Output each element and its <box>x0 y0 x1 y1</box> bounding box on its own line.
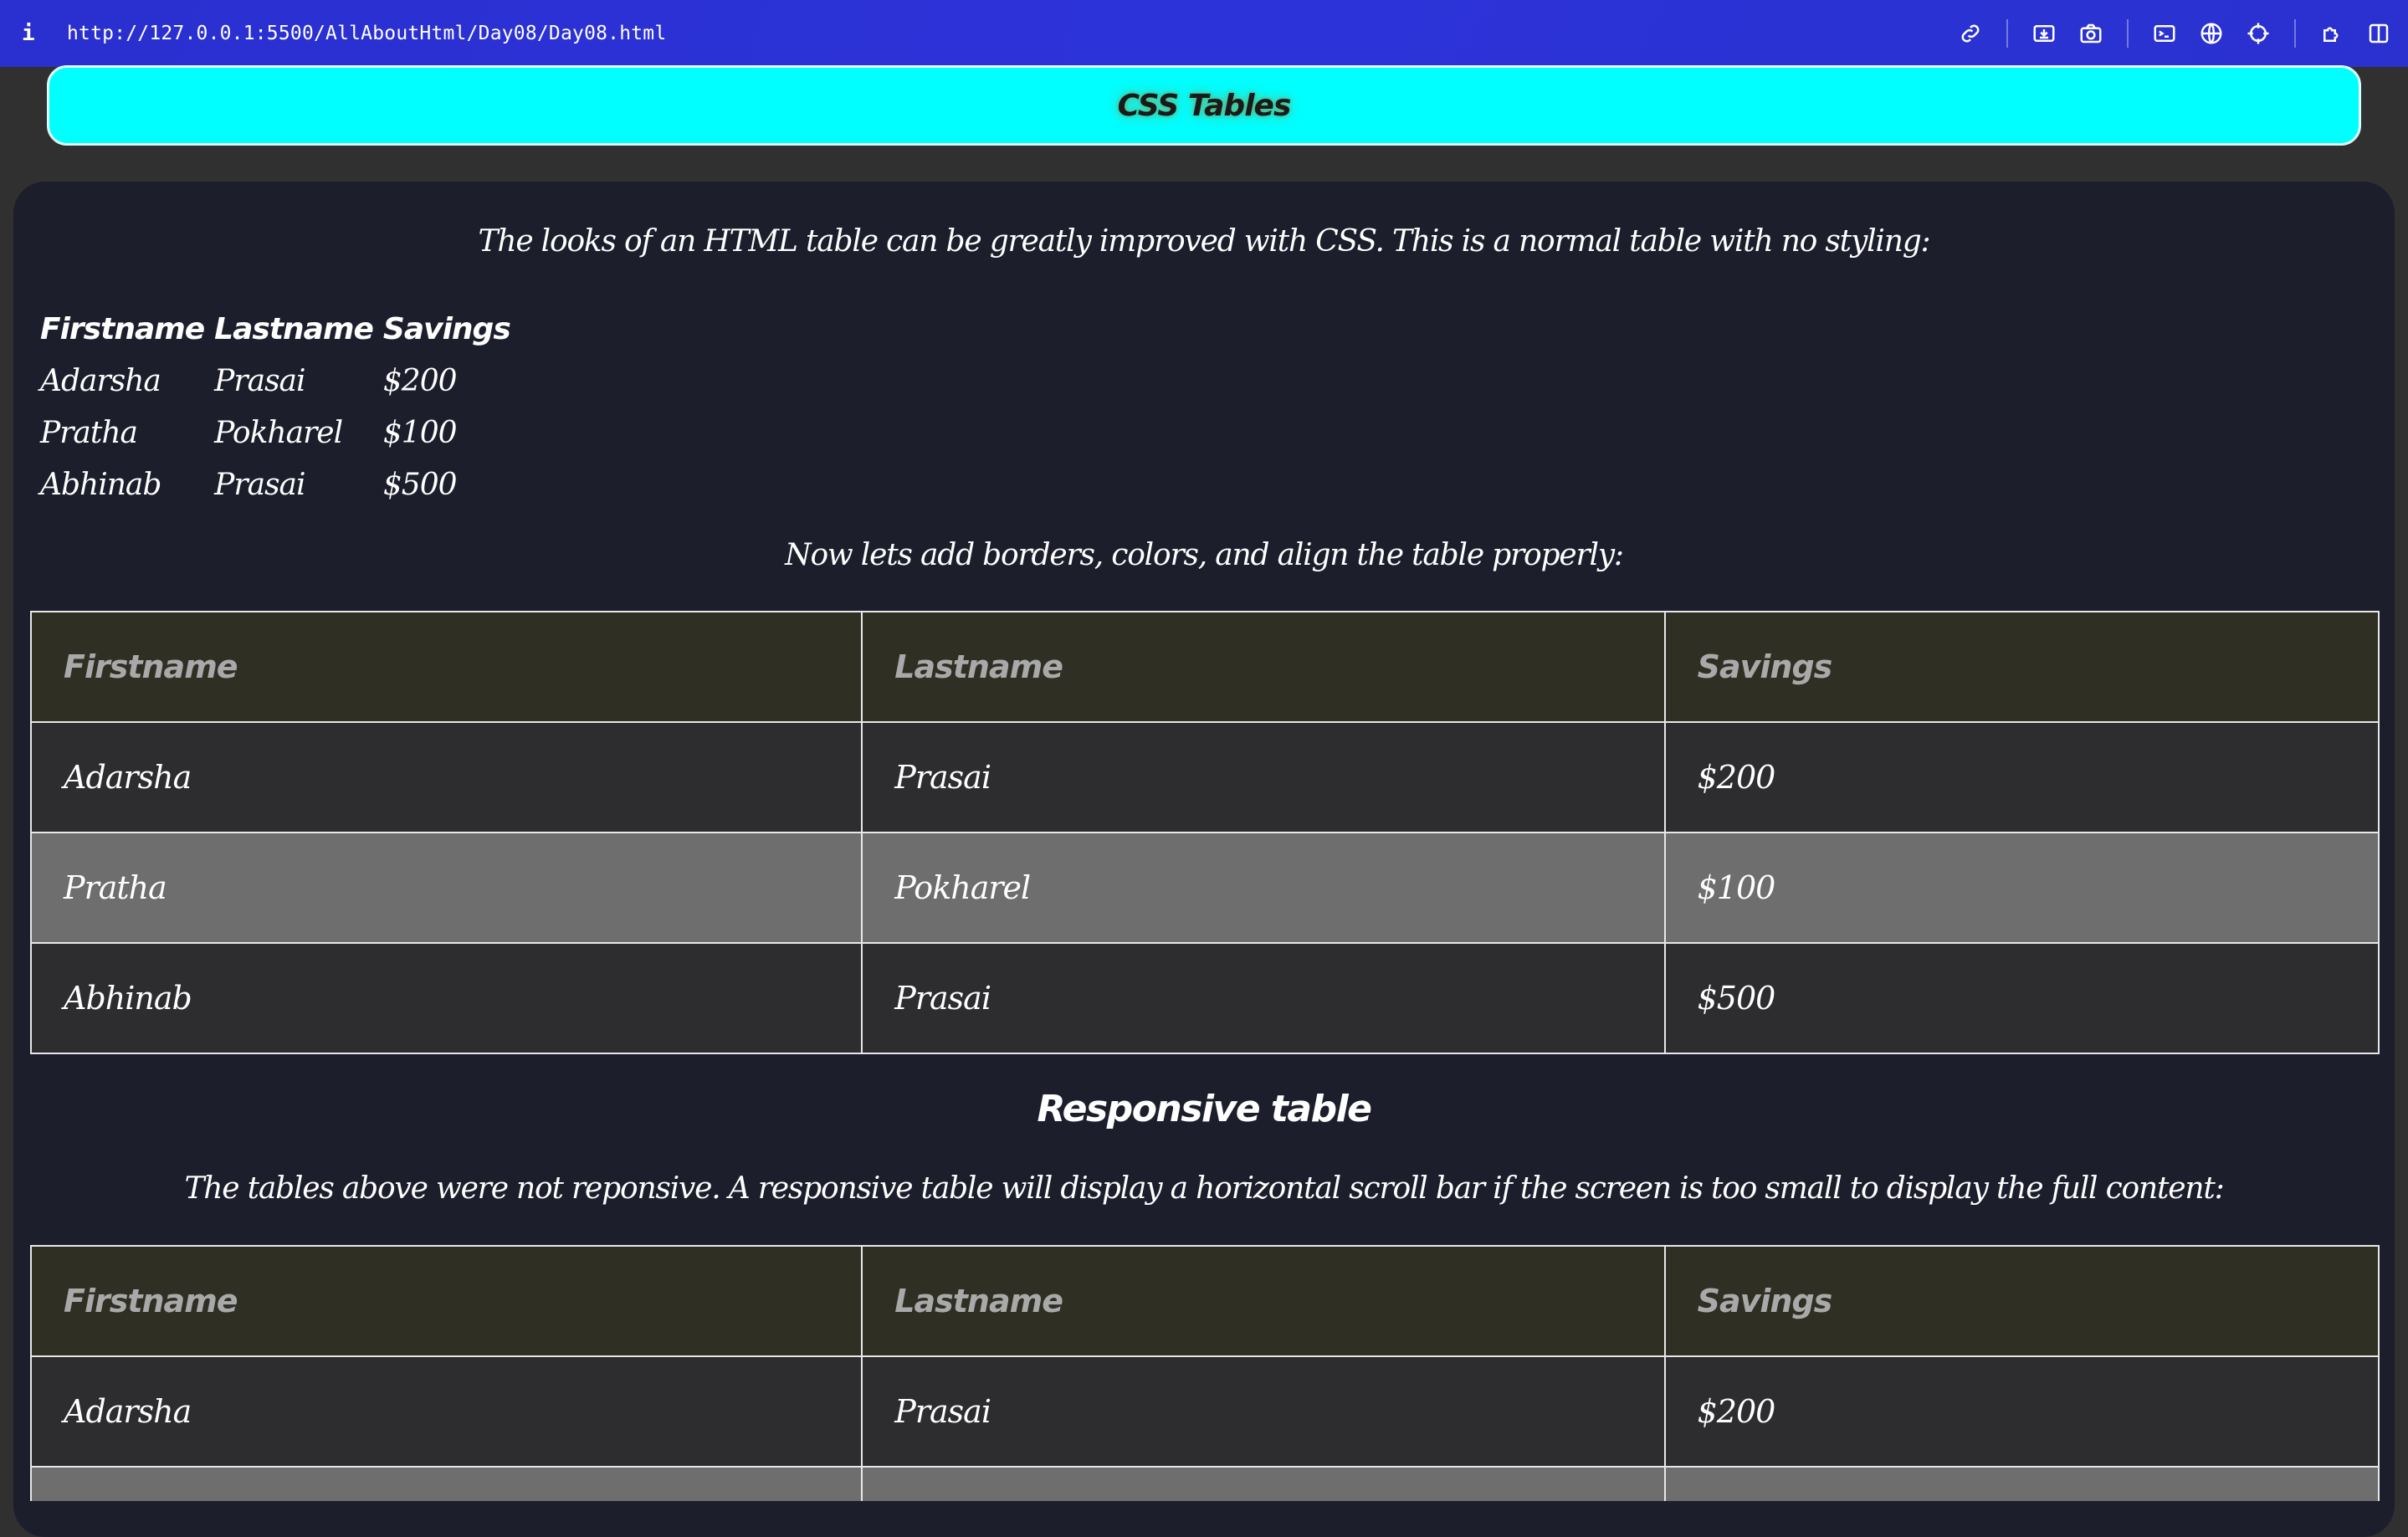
cell-savings: $500 <box>1663 942 2380 1054</box>
page-header: CSS Tables <box>47 65 2361 146</box>
cell-lastname: Pokharel <box>861 1466 1666 1501</box>
plain-table: Firstname Lastname Savings Adarsha Prasa… <box>33 303 517 510</box>
cell-firstname: Adarsha <box>29 721 863 833</box>
column-header: Firstname <box>29 611 863 723</box>
table-row: Adarsha Prasai $200 <box>29 1355 2380 1468</box>
table-header-row: Firstname Lastname Savings <box>29 1245 2380 1357</box>
responsive-table: Firstname Lastname Savings Adarsha Prasa… <box>29 1245 2380 1501</box>
cell-lastname: Prasai <box>861 721 1666 833</box>
table-header-row: Firstname Lastname Savings <box>37 303 514 355</box>
cell-firstname: Pratha <box>29 832 863 944</box>
cell-firstname: Abhinab <box>29 942 863 1054</box>
cell-lastname: Pokharel <box>214 415 343 450</box>
column-header: Firstname <box>29 1245 863 1357</box>
styled-table: Firstname Lastname Savings Adarsha Prasa… <box>29 611 2380 1054</box>
responsive-table-heading: Responsive table <box>1037 1088 1372 1130</box>
address-url[interactable]: http://127.0.0.1:5500/AllAboutHtml/Day08… <box>67 23 666 44</box>
cell-lastname: Prasai <box>214 467 305 502</box>
cell-firstname: Adarsha <box>40 363 161 398</box>
table-row: Adarsha Prasai $200 <box>29 721 2380 833</box>
column-header: Lastname <box>214 311 374 346</box>
styled-intro-paragraph: Now lets add borders, colors, and align … <box>785 538 1624 572</box>
cell-savings: $100 <box>1663 832 2380 944</box>
camera-icon[interactable] <box>2073 16 2108 51</box>
column-header: Lastname <box>861 1245 1666 1357</box>
cell-lastname: Prasai <box>214 363 305 398</box>
table-row: Pratha Pokharel $100 <box>29 1466 2380 1501</box>
cell-savings: $200 <box>1663 721 2380 833</box>
table-row: Abhinab Prasai $500 <box>37 459 514 510</box>
responsive-paragraph: The tables above were not reponsive. A r… <box>184 1171 2224 1206</box>
cell-savings: $200 <box>382 363 458 398</box>
intro-paragraph: The looks of an HTML table can be greatl… <box>478 224 1931 259</box>
page-title: CSS Tables <box>1117 88 1292 123</box>
cell-firstname: Pratha <box>29 1466 863 1501</box>
toolbar-divider <box>2006 19 2008 48</box>
column-header: Savings <box>382 311 511 346</box>
sidebar-icon[interactable] <box>2361 16 2396 51</box>
cell-savings: $100 <box>382 415 458 450</box>
cell-lastname: Prasai <box>861 942 1666 1054</box>
table-row: Pratha Pokharel $100 <box>37 407 514 459</box>
cell-firstname: Adarsha <box>29 1355 863 1468</box>
crosshair-icon[interactable] <box>2241 16 2276 51</box>
table-header-row: Firstname Lastname Savings <box>29 611 2380 723</box>
globe-icon[interactable] <box>2194 16 2229 51</box>
cell-savings: $500 <box>382 467 458 502</box>
terminal-icon[interactable] <box>2147 16 2182 51</box>
browser-toolbar <box>1953 0 2408 67</box>
cell-lastname: Prasai <box>861 1355 1666 1468</box>
column-header: Firstname <box>40 311 205 346</box>
cell-firstname: Abhinab <box>40 467 161 502</box>
cell-savings: $200 <box>1663 1355 2380 1468</box>
column-header: Savings <box>1663 1245 2380 1357</box>
cell-lastname: Pokharel <box>861 832 1666 944</box>
cell-savings: $100 <box>1663 1466 2380 1501</box>
column-header: Lastname <box>861 611 1666 723</box>
table-row: Pratha Pokharel $100 <box>29 832 2380 944</box>
responsive-table-wrapper[interactable]: Firstname Lastname Savings Adarsha Prasa… <box>0 1245 2408 1501</box>
table-row: Adarsha Prasai $200 <box>37 355 514 407</box>
toolbar-divider <box>2294 19 2296 48</box>
extensions-icon[interactable] <box>2314 16 2349 51</box>
install-icon[interactable] <box>2026 16 2062 51</box>
column-header: Savings <box>1663 611 2380 723</box>
table-row: Abhinab Prasai $500 <box>29 942 2380 1054</box>
cell-firstname: Pratha <box>40 415 138 450</box>
link-icon[interactable] <box>1953 16 1988 51</box>
toolbar-divider <box>2127 19 2129 48</box>
browser-address-bar: i http://127.0.0.1:5500/AllAboutHtml/Day… <box>0 0 2408 67</box>
site-info-icon[interactable]: i <box>22 21 55 46</box>
